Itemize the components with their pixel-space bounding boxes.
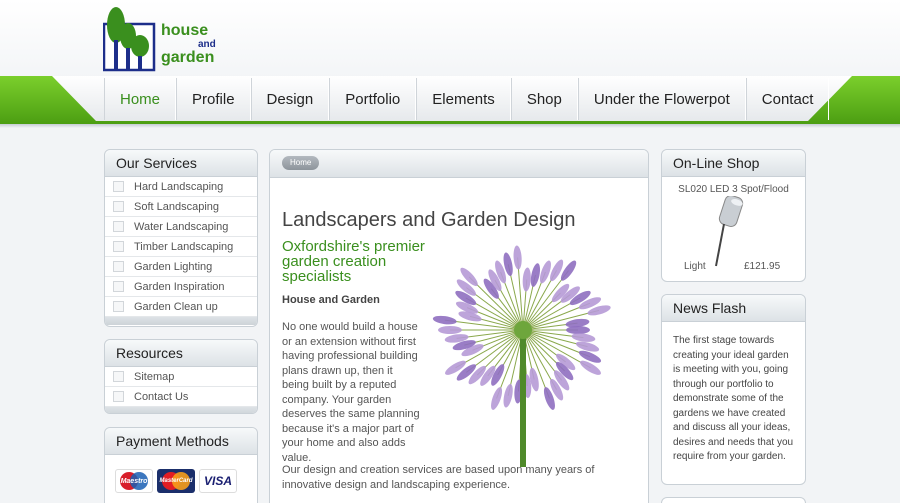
resources-box: Resources Sitemap Contact Us — [104, 339, 258, 414]
resource-sitemap[interactable]: Sitemap — [105, 367, 257, 387]
intro-paragraph: No one would build a house or an extensi… — [282, 321, 420, 464]
online-shop-title: On-Line Shop — [662, 150, 805, 177]
menu-item-label: Sitemap — [134, 370, 175, 383]
menu-item-label: Soft Landscaping — [134, 200, 220, 213]
logo-trees-icon — [102, 7, 156, 72]
agapanthus-flower-image — [432, 245, 611, 467]
nav-item-profile[interactable]: Profile — [176, 78, 251, 120]
tagline: Oxfordshire's premier garden creation sp… — [282, 238, 425, 285]
product-light-label: Light — [684, 261, 706, 272]
payment-methods-title: Payment Methods — [105, 428, 257, 455]
product-name[interactable]: SL020 LED 3 Spot/Flood — [662, 184, 805, 195]
service-garden-lighting[interactable]: Garden Lighting — [105, 257, 257, 277]
visa-card-icon: VISA — [199, 469, 237, 493]
breadcrumb: Home — [270, 150, 648, 178]
bullet-icon — [113, 301, 124, 312]
menu-item-label: Garden Clean up — [134, 300, 218, 313]
bullet-icon — [113, 261, 124, 272]
main-nav: Home Profile Design Portfolio Elements S… — [104, 78, 830, 120]
spotlight-product-image[interactable] — [706, 196, 746, 268]
menu-item-label: Garden Inspiration — [134, 280, 225, 293]
nav-item-elements[interactable]: Elements — [416, 78, 511, 120]
maestro-label: Maestro — [120, 477, 148, 485]
bullet-icon — [113, 221, 124, 232]
service-garden-inspiration[interactable]: Garden Inspiration — [105, 277, 257, 297]
bullet-icon — [113, 371, 124, 382]
resources-title: Resources — [105, 340, 257, 367]
news-flash-title: News Flash — [662, 295, 805, 322]
bullet-icon — [113, 201, 124, 212]
payment-methods-box: Payment Methods Maestro MasterCard VISA — [104, 427, 258, 503]
mastercard-label: MasterCard — [159, 478, 193, 484]
bullet-icon — [113, 281, 124, 292]
service-water-landscaping[interactable]: Water Landscaping — [105, 217, 257, 237]
payment-cards: Maestro MasterCard VISA — [115, 469, 237, 493]
page-title: Landscapers and Garden Design — [282, 209, 576, 231]
next-sidebar-box — [661, 497, 806, 503]
online-shop-box: On-Line Shop SL020 LED 3 Spot/Flood Ligh… — [661, 149, 806, 282]
visa-label: VISA — [203, 474, 232, 488]
service-soft-landscaping[interactable]: Soft Landscaping — [105, 197, 257, 217]
menu-item-label: Garden Lighting — [134, 260, 213, 273]
nav-item-portfolio[interactable]: Portfolio — [329, 78, 417, 120]
box-footer — [105, 407, 257, 413]
site-header: house and garden — [0, 0, 900, 78]
bullet-icon — [113, 181, 124, 192]
box-footer — [105, 317, 257, 325]
nav-item-contact[interactable]: Contact — [745, 78, 830, 120]
menu-item-label: Hard Landscaping — [134, 180, 224, 193]
bullet-icon — [113, 241, 124, 252]
news-flash-box: News Flash The first stage towards creat… — [661, 294, 806, 485]
services-title: Our Services — [105, 150, 257, 177]
nav-item-shop[interactable]: Shop — [510, 78, 578, 120]
logo-word-house: house — [161, 22, 209, 39]
breadcrumb-home[interactable]: Home — [282, 156, 320, 170]
product-price: £121.95 — [744, 261, 781, 272]
menu-item-label: Contact Us — [134, 390, 189, 403]
bullet-icon — [113, 391, 124, 402]
menu-item-label: Timber Landscaping — [134, 240, 234, 253]
nav-item-under-the-flowerpot[interactable]: Under the Flowerpot — [577, 78, 746, 120]
resource-contact-us[interactable]: Contact Us — [105, 387, 257, 407]
service-garden-clean-up[interactable]: Garden Clean up — [105, 297, 257, 317]
services-box: Our Services Hard Landscaping Soft Lands… — [104, 149, 258, 327]
nav-item-home[interactable]: Home — [104, 78, 177, 120]
news-flash-text: The first stage towards creating your id… — [673, 335, 794, 462]
nav-item-design[interactable]: Design — [250, 78, 330, 120]
mastercard-card-icon: MasterCard — [157, 469, 195, 493]
main-content: Home Landscapers and Garden Design Oxfor… — [269, 149, 649, 503]
service-hard-landscaping[interactable]: Hard Landscaping — [105, 177, 257, 197]
maestro-card-icon: Maestro — [115, 469, 153, 493]
intro-subhead: House and Garden — [282, 294, 380, 306]
service-timber-landscaping[interactable]: Timber Landscaping — [105, 237, 257, 257]
site-logo[interactable]: house and garden — [102, 6, 223, 72]
menu-item-label: Water Landscaping — [134, 220, 229, 233]
logo-word-garden: garden — [161, 49, 215, 66]
